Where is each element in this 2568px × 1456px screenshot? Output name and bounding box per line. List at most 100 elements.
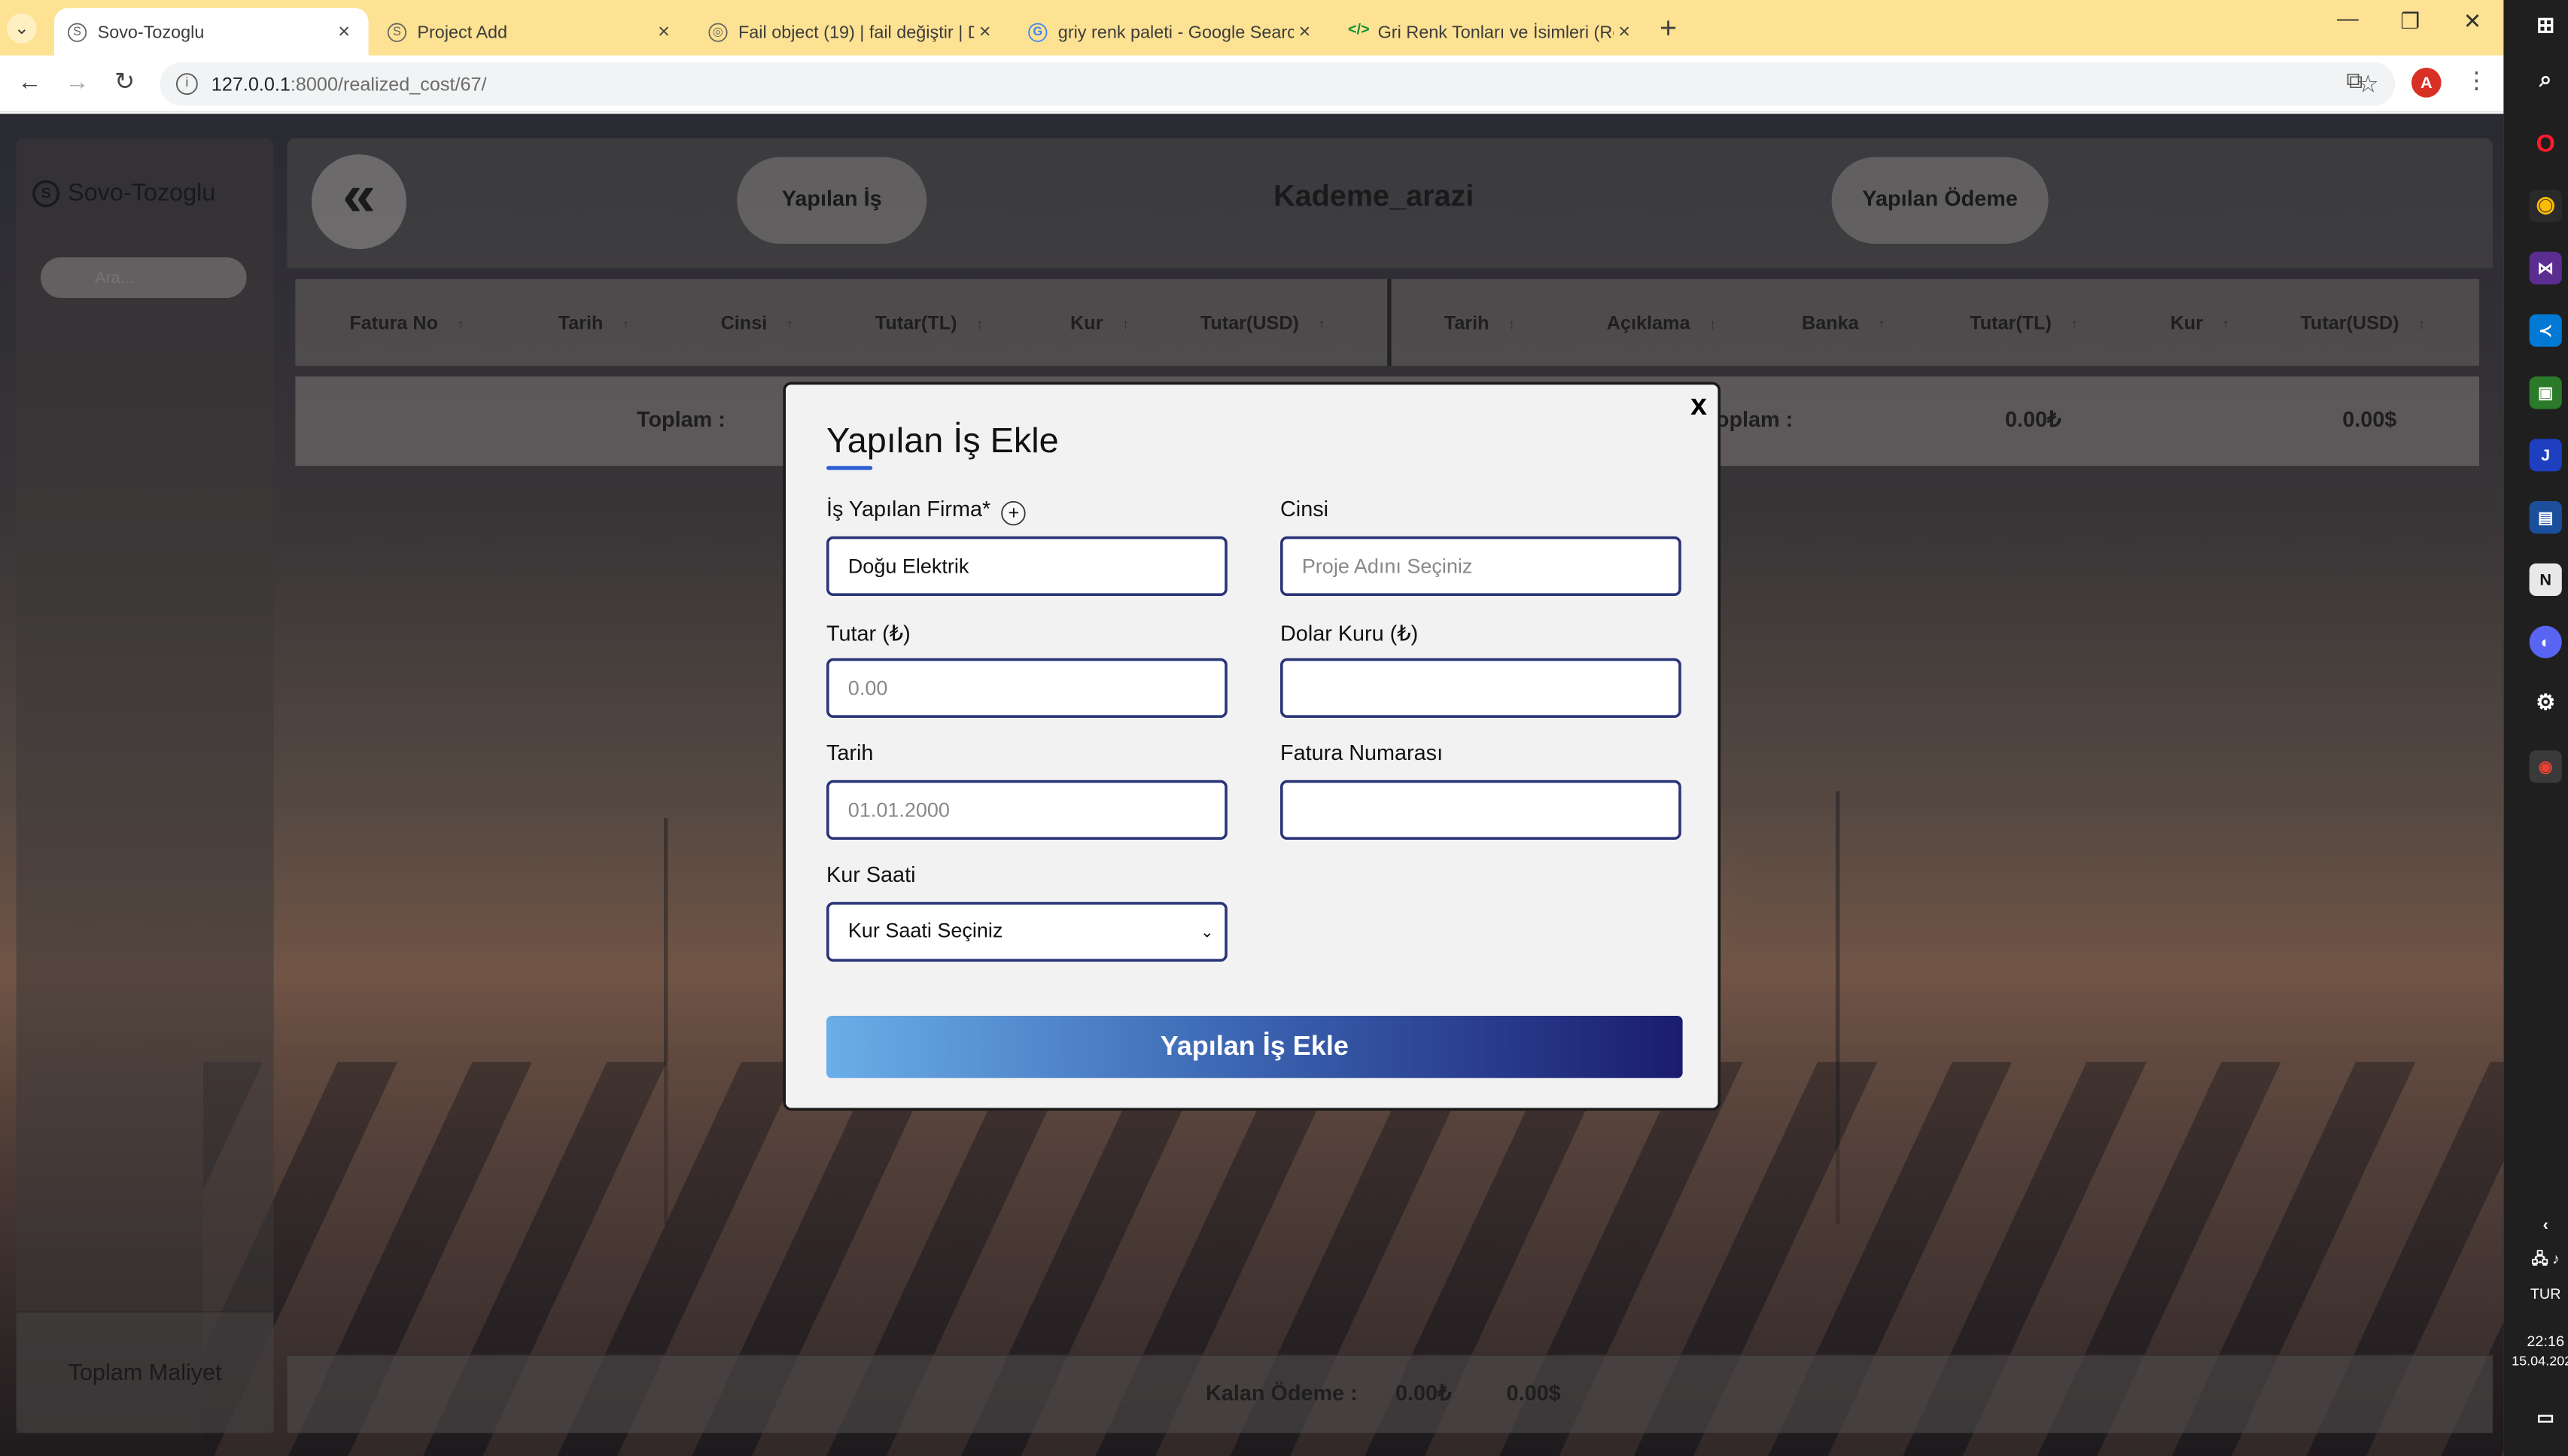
sidebar-search-input[interactable]	[41, 257, 247, 298]
back-arrow-icon[interactable]: ←	[14, 68, 46, 96]
tab-sovo-tozoglu[interactable]: S Sovo-Tozoglu ×	[54, 8, 369, 56]
remaining-tl: 0.00₺	[1395, 1382, 1452, 1406]
work-done-button[interactable]: Yapılan İş	[737, 157, 927, 244]
close-tab-icon[interactable]: ×	[653, 20, 675, 44]
add-work-submit-button[interactable]: Yapılan İş Ekle	[826, 1016, 1683, 1078]
more-menu-icon[interactable]: ⋮	[2460, 68, 2493, 95]
col-payment-date[interactable]: Tarih ↑	[1444, 279, 1516, 369]
col-invoice-no[interactable]: Fatura No ↑	[349, 279, 464, 369]
brand-name: Sovo-Tozoglu	[68, 178, 216, 206]
profile-avatar[interactable]: A	[2411, 68, 2442, 98]
windows-start-icon[interactable]: ⊞	[2530, 11, 2562, 43]
tab-search-icon[interactable]: ⌄	[7, 14, 37, 44]
browser-toolbar: ← → ↻ i 127.0.0.1:8000/realized_cost/67/…	[0, 55, 2504, 113]
remaining-payment-bar: Kalan Ödeme : 0.00₺ 0.00$	[287, 1354, 2493, 1433]
notification-icon[interactable]: ▭	[2530, 1400, 2562, 1433]
payment-done-button[interactable]: Yapılan Ödeme	[1831, 157, 2049, 244]
jetbrains-icon[interactable]: J	[2529, 439, 2562, 472]
browser-tabstrip: ⌄ S Sovo-Tozoglu × S Project Add × ◎ Fai…	[0, 0, 2504, 56]
col-description[interactable]: Açıklama ↑	[1607, 279, 1717, 369]
back-button[interactable]: «	[312, 154, 406, 250]
amount-input[interactable]	[826, 658, 1228, 718]
search-icon[interactable]: ⌕	[2530, 65, 2562, 97]
close-tab-icon[interactable]: ×	[974, 20, 996, 44]
discord-icon[interactable]: ◐	[2529, 625, 2562, 658]
sort-arrow-icon: ↑	[786, 317, 794, 333]
table-header: Fatura No ↑ Tarih ↑ Cinsi ↑ Tutar(TL) ↑ Kur ↑…	[295, 278, 2480, 369]
tab-google-search[interactable]: G griy renk paleti - Google Search ×	[1015, 8, 1329, 56]
sidebar-total-cost[interactable]: Toplam Maliyet	[16, 1311, 274, 1433]
restore-icon[interactable]: ❐	[2390, 8, 2430, 35]
invoice-number-input[interactable]	[1280, 780, 1681, 840]
site-favicon-icon: S	[68, 22, 87, 41]
chrome-active-icon[interactable]: ◉	[2529, 750, 2562, 783]
extensions-icon[interactable]: ⧉	[2338, 68, 2371, 95]
remaining-label: Kalan Ödeme :	[1206, 1382, 1358, 1406]
sort-arrow-icon: ↑	[457, 317, 465, 333]
close-tab-icon[interactable]: ×	[1614, 20, 1635, 44]
sort-arrow-icon: ↑	[1121, 317, 1130, 333]
minimize-icon[interactable]: —	[2327, 8, 2368, 32]
col-amount-usd[interactable]: Tutar(USD) ↑	[1200, 279, 1325, 369]
clock-time[interactable]: 22:16	[2503, 1334, 2568, 1351]
site-info-icon[interactable]: i	[176, 73, 198, 95]
globe-icon: ◎	[708, 22, 728, 41]
url-path: :8000/realized_cost/67/	[290, 73, 487, 95]
google-icon: G	[1028, 22, 1048, 41]
col-type[interactable]: Cinsi ↑	[721, 279, 794, 369]
notion-icon[interactable]: N	[2529, 563, 2562, 596]
col-payment-amount-tl[interactable]: Tutar(TL) ↑	[1970, 279, 2078, 369]
windows-taskbar: ⊞ ⌕ O ◉ ⋈ ≺ ▣ J ▤ N ◐ ⚙ ◉ ‹ 🖧 ♪ TUR 22:1…	[2503, 0, 2568, 1456]
forward-arrow-icon[interactable]: →	[61, 68, 93, 96]
col-rate[interactable]: Kur ↑	[1070, 279, 1130, 369]
tab-fail-object[interactable]: ◎ Fail object (19) | fail değiştir | D ×	[695, 8, 1009, 56]
image-editor-icon[interactable]: ▣	[2529, 376, 2562, 409]
add-firm-plus-icon[interactable]: +	[1001, 501, 1027, 526]
clock-date[interactable]: 15.04.2024	[2503, 1354, 2568, 1369]
tab-project-add[interactable]: S Project Add ×	[374, 8, 689, 56]
brand[interactable]: S Sovo-Tozoglu	[32, 179, 215, 208]
reload-icon[interactable]: ↻	[108, 68, 141, 96]
close-tab-icon[interactable]: ×	[333, 20, 355, 44]
settings-gear-icon[interactable]: ⚙	[2530, 688, 2562, 720]
tab-label: Sovo-Tozoglu	[97, 21, 205, 42]
close-window-icon[interactable]: ✕	[2452, 8, 2493, 35]
remote-desktop-icon[interactable]: ▤	[2529, 501, 2562, 534]
new-tab-icon[interactable]: +	[1660, 11, 1677, 46]
screen: ⌄ S Sovo-Tozoglu × S Project Add × ◎ Fai…	[0, 0, 2568, 1456]
tab-label: Project Add	[417, 21, 508, 42]
address-bar[interactable]: i 127.0.0.1:8000/realized_cost/67/ ☆	[160, 62, 2396, 106]
chevron-left-icon[interactable]: ‹	[2530, 1208, 2562, 1241]
chrome-icon[interactable]: ◉	[2529, 190, 2562, 223]
language-indicator[interactable]: TUR	[2503, 1287, 2568, 1303]
add-work-modal: x Yapılan İş Ekle İş Yapılan Firma*+ Cin…	[783, 381, 1721, 1111]
col-date[interactable]: Tarih ↑	[558, 279, 630, 369]
firm-label: İş Yapılan Firma* +	[826, 498, 1027, 526]
col-bank[interactable]: Banka ↑	[1802, 279, 1885, 369]
tab-gri-renk[interactable]: </> Gri Renk Tonları ve İsimleri (Rg ×	[1334, 8, 1649, 56]
url-host: 127.0.0.1	[211, 73, 291, 95]
dollar-rate-input[interactable]	[1280, 658, 1681, 718]
vscode-icon[interactable]: ≺	[2529, 314, 2562, 347]
date-label: Tarih	[826, 742, 874, 765]
remaining-usd: 0.00$	[1506, 1382, 1561, 1406]
col-payment-amount-usd[interactable]: Tutar(USD) ↑	[2300, 279, 2425, 369]
col-payment-rate[interactable]: Kur ↑	[2171, 279, 2230, 369]
type-input[interactable]	[1280, 536, 1681, 596]
col-amount-tl[interactable]: Tutar(TL) ↑	[875, 279, 984, 369]
amount-label: Tutar (₺)	[826, 623, 911, 646]
code-icon: </>	[1348, 20, 1370, 38]
dollar-rate-label: Dolar Kuru (₺)	[1280, 623, 1419, 646]
visual-studio-icon[interactable]: ⋈	[2529, 251, 2562, 284]
rate-time-select[interactable]: Kur Saati Seçiniz ⌄	[826, 901, 1228, 962]
network-speaker-icon[interactable]: 🖧 ♪	[2530, 1243, 2562, 1275]
sort-arrow-icon: ↑	[622, 317, 630, 333]
right-total-tl: 0.00₺	[2005, 409, 2061, 433]
firm-input[interactable]	[826, 536, 1228, 596]
date-input[interactable]	[826, 780, 1228, 840]
type-label: Cinsi	[1280, 498, 1329, 521]
close-modal-button[interactable]: x	[1690, 388, 1707, 423]
close-tab-icon[interactable]: ×	[1294, 20, 1316, 44]
opera-icon[interactable]: O	[2530, 127, 2562, 160]
modal-title: Yapılan İş Ekle	[826, 420, 1059, 461]
